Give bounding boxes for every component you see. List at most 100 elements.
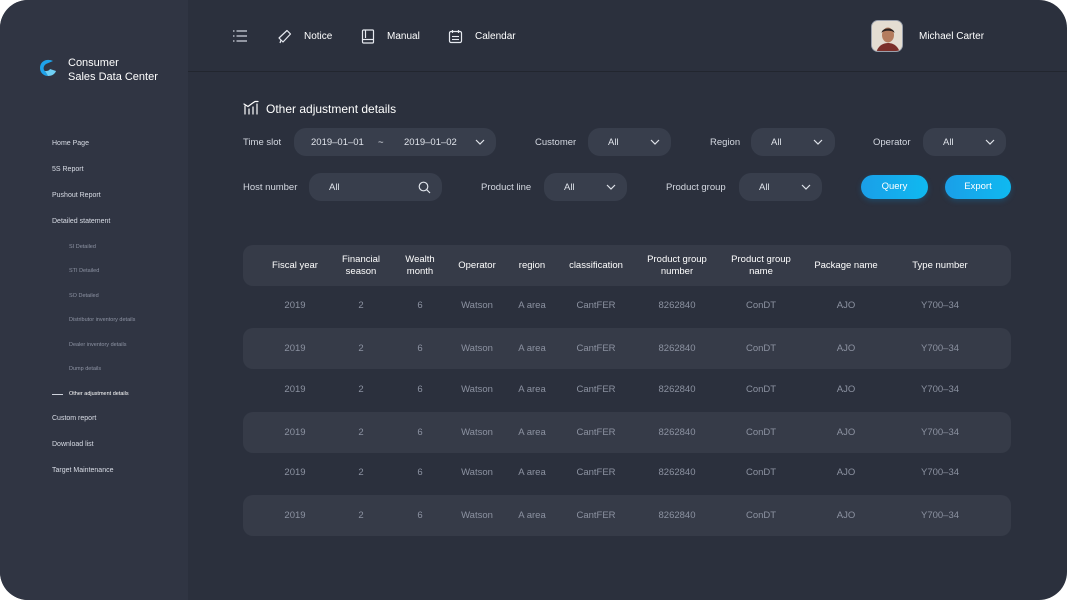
col-wealth-month[interactable]: Wealth month <box>405 254 434 278</box>
table-row[interactable]: 2019 2 6 Watson A area CantFER 8262840 ConDT AJO… <box>243 285 1011 326</box>
cell-fiscal-year: 2019 <box>284 510 306 521</box>
operator-select[interactable]: All <box>923 128 1006 156</box>
col-financial-season-line2: season <box>345 266 377 277</box>
sidebar-sub-distributor-inventory[interactable]: Distributor inventory details <box>69 317 135 323</box>
chevron-down-icon <box>985 139 995 145</box>
sidebar-item-home[interactable]: Home Page <box>52 140 89 147</box>
cell-product-group-number: 8262840 <box>658 427 696 438</box>
date-to[interactable]: 2019–01–02 <box>404 137 457 148</box>
table-row[interactable]: 2019 2 6 Watson A area CantFER 8262840 ConDT AJO… <box>243 495 1011 536</box>
sidebar-item-custom-report[interactable]: Custom report <box>52 415 96 422</box>
chart-trend-icon <box>243 100 259 115</box>
col-product-group-name[interactable]: Product group name <box>731 254 791 278</box>
product-line-select[interactable]: All <box>544 173 627 201</box>
cell-product-group-name: ConDT <box>745 384 777 395</box>
customer-select[interactable]: All <box>588 128 671 156</box>
cell-product-group-number: 8262840 <box>658 510 696 521</box>
cell-operator: Watson <box>461 343 493 354</box>
table-row[interactable]: 2019 2 6 Watson A area CantFER 8262840 ConDT AJO… <box>243 369 1011 410</box>
time-slot-label: Time slot <box>243 137 282 148</box>
cell-operator: Watson <box>461 510 493 521</box>
cell-type-number: Y700–34 <box>920 467 960 478</box>
cell-region: A area <box>518 510 546 521</box>
col-product-group-number-line1: Product group <box>647 254 707 265</box>
cell-classification: CantFER <box>576 384 616 395</box>
col-classification[interactable]: classification <box>569 260 623 272</box>
chevron-down-icon <box>606 184 616 190</box>
product-group-select[interactable]: All <box>739 173 822 201</box>
host-number-input[interactable]: All <box>309 173 442 201</box>
sidebar-sub-dealer-inventory[interactable]: Dealer inventory details <box>69 342 126 348</box>
cell-classification: CantFER <box>576 300 616 311</box>
cell-wealth-month: 6 <box>417 427 423 438</box>
sidebar: Consumer Sales Data Center Home Page 5S … <box>0 0 188 600</box>
avatar[interactable] <box>871 20 903 52</box>
sidebar-item-5s-report[interactable]: 5S Report <box>52 166 84 173</box>
cell-region: A area <box>518 300 546 311</box>
search-icon[interactable] <box>418 181 431 194</box>
cell-product-group-name: ConDT <box>745 300 777 311</box>
notice-button[interactable]: Notice <box>277 28 332 44</box>
sidebar-sub-dump-details[interactable]: Dump details <box>69 366 101 372</box>
topbar-divider <box>188 71 1067 72</box>
brand-name: Consumer Sales Data Center <box>68 56 158 84</box>
sidebar-item-pushout-report[interactable]: Pushout Report <box>52 192 101 199</box>
cell-region: A area <box>518 384 546 395</box>
cell-region: A area <box>518 343 546 354</box>
col-financial-season[interactable]: Financial season <box>342 254 380 278</box>
chevron-down-icon <box>650 139 660 145</box>
cell-package-name: AJO <box>836 467 856 478</box>
calendar-icon <box>448 29 463 43</box>
col-package-name[interactable]: Package name <box>814 260 877 272</box>
cell-classification: CantFER <box>576 467 616 478</box>
sidebar-sub-si-detailed[interactable]: SI Detailed <box>69 244 96 250</box>
cell-wealth-month: 6 <box>417 510 423 521</box>
cell-wealth-month: 6 <box>417 300 423 311</box>
cell-product-group-name: ConDT <box>745 427 777 438</box>
col-region[interactable]: region <box>519 260 545 272</box>
col-fiscal-year[interactable]: Fiscal year <box>272 260 318 272</box>
col-product-group-number[interactable]: Product group number <box>647 254 707 278</box>
calendar-button[interactable]: Calendar <box>448 28 516 44</box>
book-icon <box>361 28 375 44</box>
cell-financial-season: 2 <box>358 467 364 478</box>
sidebar-sub-other-adjustment[interactable]: Other adjustment details <box>69 391 129 397</box>
cell-region: A area <box>518 467 546 478</box>
date-range-picker[interactable]: 2019–01–01 ~ 2019–01–02 <box>294 128 496 156</box>
cell-package-name: AJO <box>836 384 856 395</box>
cell-operator: Watson <box>461 427 493 438</box>
customer-value: All <box>608 137 619 148</box>
menu-icon <box>233 30 247 42</box>
table-row[interactable]: 2019 2 6 Watson A area CantFER 8262840 ConDT AJO… <box>243 328 1011 369</box>
sidebar-item-target-maintenance[interactable]: Target Maintenance <box>52 467 113 474</box>
cell-wealth-month: 6 <box>417 467 423 478</box>
table-row[interactable]: 2019 2 6 Watson A area CantFER 8262840 ConDT AJO… <box>243 452 1011 493</box>
export-button[interactable]: Export <box>945 175 1011 199</box>
region-label: Region <box>710 137 741 148</box>
menu-button[interactable] <box>232 28 260 44</box>
app-window: Consumer Sales Data Center Home Page 5S … <box>0 0 1067 600</box>
manual-button[interactable]: Manual <box>361 28 420 44</box>
active-indicator <box>52 394 63 395</box>
date-from[interactable]: 2019–01–01 <box>311 137 364 148</box>
cell-operator: Watson <box>461 300 493 311</box>
cell-type-number: Y700–34 <box>920 343 960 354</box>
host-number-value: All <box>329 182 340 193</box>
region-select[interactable]: All <box>751 128 835 156</box>
cell-financial-season: 2 <box>358 510 364 521</box>
query-button[interactable]: Query <box>861 175 928 199</box>
user-photo <box>872 21 902 51</box>
sidebar-item-download-list[interactable]: Download list <box>52 441 94 448</box>
sidebar-item-detailed-statement[interactable]: Detailed statement <box>52 218 110 225</box>
cell-product-group-number: 8262840 <box>658 300 696 311</box>
sidebar-sub-sti-detailed[interactable]: STI Detailed <box>69 268 99 274</box>
table-row[interactable]: 2019 2 6 Watson A area CantFER 8262840 ConDT AJO… <box>243 412 1011 453</box>
col-operator[interactable]: Operator <box>458 260 496 272</box>
cell-financial-season: 2 <box>358 343 364 354</box>
cell-fiscal-year: 2019 <box>284 384 306 395</box>
col-type-number[interactable]: Type number <box>912 260 967 272</box>
user-name[interactable]: Michael Carter <box>919 31 984 42</box>
megaphone-icon <box>278 29 292 43</box>
cell-type-number: Y700–34 <box>920 384 960 395</box>
sidebar-sub-so-detailed[interactable]: SO Detailed <box>69 293 99 299</box>
